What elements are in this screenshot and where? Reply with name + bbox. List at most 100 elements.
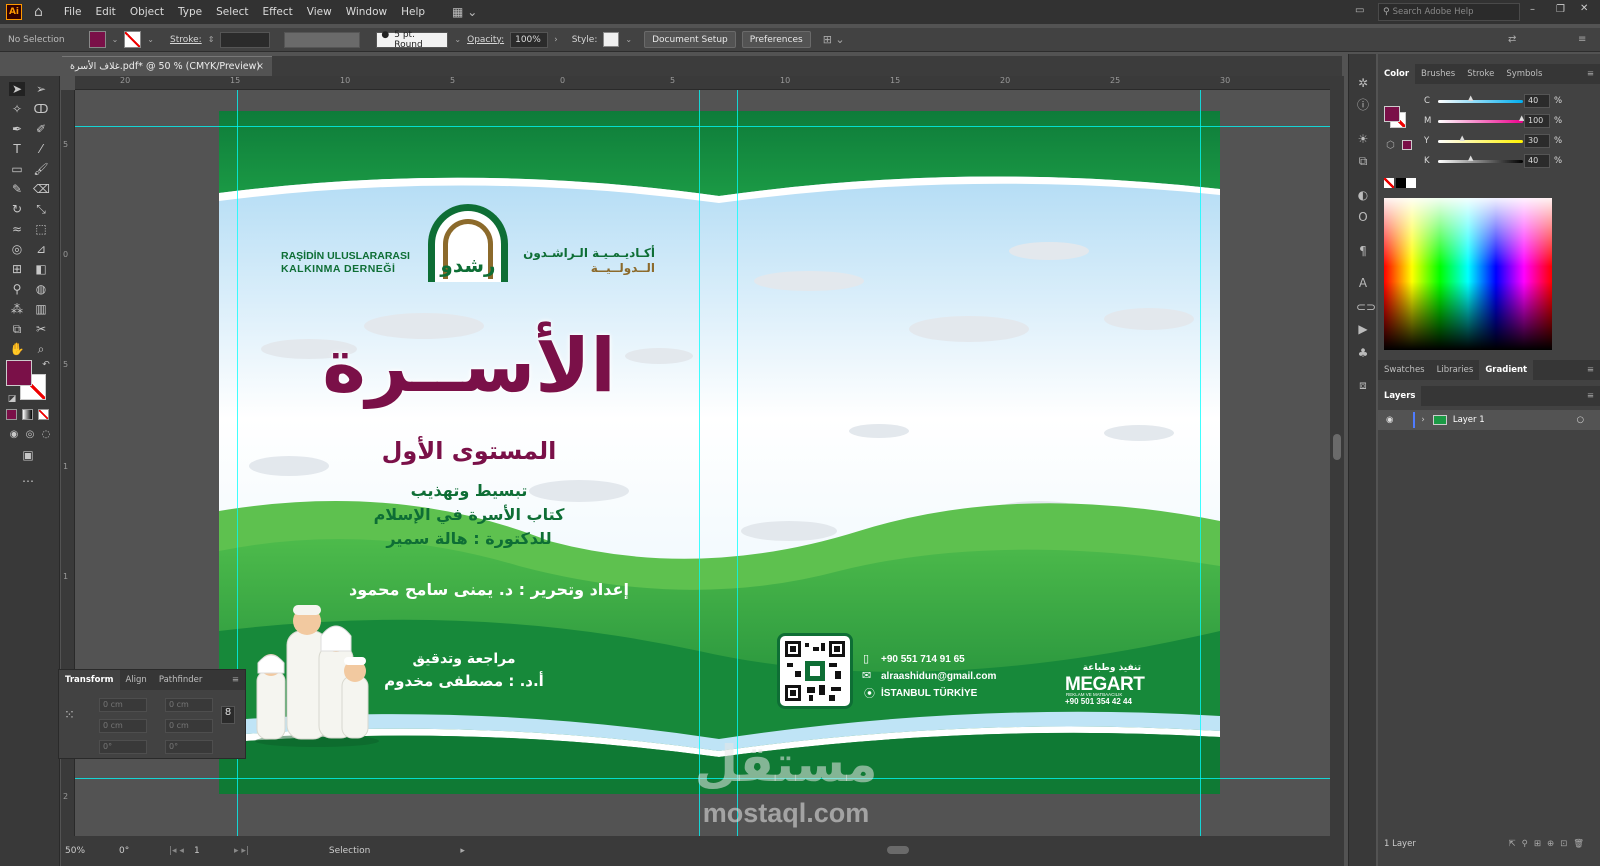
artboard-nav-next-icons[interactable]: ▸ ▸| xyxy=(234,846,249,856)
guide-vertical-2[interactable] xyxy=(699,90,700,836)
layer-target-icon[interactable]: ○ xyxy=(1577,415,1584,425)
info-icon[interactable]: ⓘ xyxy=(1356,98,1370,112)
reference-point-icon[interactable]: ⁙ xyxy=(64,708,75,723)
slider-c[interactable]: C ▲ 40% xyxy=(1378,92,1600,110)
slice-tool-icon[interactable]: ✂ xyxy=(33,322,49,336)
appearance-icon[interactable]: ☀ xyxy=(1356,132,1370,146)
slider-track[interactable] xyxy=(1438,139,1523,143)
tab-align[interactable]: Align xyxy=(120,675,153,685)
scale-tool-icon[interactable]: ⤡ xyxy=(33,202,49,216)
slider-value[interactable]: 100 xyxy=(1524,114,1550,128)
tab-brushes[interactable]: Brushes xyxy=(1415,69,1461,79)
artboard-number[interactable]: 1 xyxy=(194,846,224,856)
horizontal-scroll-thumb[interactable] xyxy=(887,846,909,854)
visibility-eye-icon[interactable]: ◉ xyxy=(1386,415,1393,425)
expand-layer-icon[interactable]: › xyxy=(1421,415,1424,425)
x-field[interactable]: 0 cm xyxy=(99,698,147,712)
arrange-docs-icon[interactable]: ▭ xyxy=(1355,5,1364,16)
column-graph-tool-icon[interactable]: ▥ xyxy=(33,302,49,316)
slider-value[interactable]: 30 xyxy=(1524,134,1550,148)
vertical-scrollbar[interactable] xyxy=(1330,76,1344,836)
transform-options-icon[interactable]: ⇄ xyxy=(1508,34,1516,45)
slider-track[interactable] xyxy=(1438,99,1523,103)
close-tab-icon[interactable]: × xyxy=(256,61,264,72)
artboard-nav-icons[interactable]: |◂ ◂ xyxy=(169,846,184,856)
slider-track[interactable] xyxy=(1438,159,1523,163)
black-swatch[interactable] xyxy=(1396,178,1406,188)
slider-thumb-icon[interactable]: ▲ xyxy=(1468,154,1473,162)
shear-field[interactable]: 0° xyxy=(165,740,213,754)
restore-icon[interactable]: ❐ xyxy=(1556,4,1565,15)
fill-dropdown-icon[interactable]: ⌄ xyxy=(112,35,119,44)
rotate-field[interactable]: 0° xyxy=(99,740,147,754)
rectangle-tool-icon[interactable]: ▭ xyxy=(9,162,25,176)
brush-dropdown-icon[interactable]: ⌄ xyxy=(454,35,461,44)
links-icon[interactable]: ⊂⊃ xyxy=(1356,300,1376,314)
swap-fill-stroke-icon[interactable]: ↶ xyxy=(38,358,54,372)
paintbrush-tool-icon[interactable]: 🖌 xyxy=(33,162,49,176)
none-swatch[interactable] xyxy=(1384,178,1394,188)
draw-mode-icon[interactable]: ◉ xyxy=(6,428,22,442)
color-panel-menu-icon[interactable]: ≡ xyxy=(1587,69,1600,79)
opacity-field[interactable]: 100% xyxy=(510,31,549,48)
color-panel-fill-swatch[interactable] xyxy=(1384,106,1400,122)
mesh-tool-icon[interactable]: ⊞ xyxy=(9,262,25,276)
curvature-tool-icon[interactable]: ✐ xyxy=(33,122,49,136)
graphic-styles-icon[interactable]: ⧉ xyxy=(1356,154,1370,168)
style-swatch[interactable] xyxy=(603,32,620,47)
vertical-scroll-thumb[interactable] xyxy=(1333,434,1341,460)
free-transform-tool-icon[interactable]: ⬚ xyxy=(33,222,49,236)
shape-builder-tool-icon[interactable]: ◎ xyxy=(9,242,25,256)
menu-view[interactable]: View xyxy=(300,6,339,18)
close-window-icon[interactable]: ✕ xyxy=(1580,3,1588,14)
y-field[interactable]: 0 cm xyxy=(99,719,147,733)
properties-icon[interactable]: ✲ xyxy=(1356,76,1370,90)
fill-swatch[interactable] xyxy=(88,31,106,48)
opacity-arrow-icon[interactable]: › xyxy=(554,35,558,45)
actions-icon[interactable]: ▶ xyxy=(1356,322,1370,336)
draw-inside-icon[interactable]: ◌ xyxy=(38,428,54,442)
pen-tool-icon[interactable]: ✒ xyxy=(9,122,25,136)
menu-type[interactable]: Type xyxy=(171,6,209,18)
line-tool-icon[interactable]: ⁄ xyxy=(33,142,49,156)
artboard-book-cover[interactable]: رشدو RAŞİDİN ULUSLARARASI KALKINMA DERNE… xyxy=(219,111,1220,794)
home-icon[interactable]: ⌂ xyxy=(34,4,43,20)
layer-row[interactable]: ◉ › Layer 1 ○ xyxy=(1378,410,1600,430)
guide-vertical-4[interactable] xyxy=(1200,90,1201,836)
panel-menu-icon[interactable]: ≡ xyxy=(1578,34,1586,45)
tab-color[interactable]: Color xyxy=(1378,64,1416,84)
layers-panel-menu-icon[interactable]: ≡ xyxy=(1587,391,1600,401)
slider-thumb-icon[interactable]: ▲ xyxy=(1460,134,1465,142)
stroke-weight-field[interactable] xyxy=(220,31,271,48)
menu-window[interactable]: Window xyxy=(339,6,394,18)
slider-track[interactable] xyxy=(1438,119,1523,123)
width-field[interactable]: 0 cm xyxy=(165,698,213,712)
paragraph-icon[interactable]: ¶ xyxy=(1356,244,1370,258)
minimize-icon[interactable]: – xyxy=(1530,4,1535,15)
tab-symbols[interactable]: Symbols xyxy=(1500,69,1548,79)
default-fill-stroke-icon[interactable]: ◪ xyxy=(4,392,20,406)
tab-layers[interactable]: Layers xyxy=(1378,386,1422,406)
constrain-proportions-icon[interactable]: 8 xyxy=(221,706,235,724)
shaper-tool-icon[interactable]: ✎ xyxy=(9,182,25,196)
variable-width-profile[interactable] xyxy=(284,31,361,48)
stroke-dropdown-icon[interactable]: ⌄ xyxy=(147,35,154,44)
height-field[interactable]: 0 cm xyxy=(165,719,213,733)
zoom-tool-icon[interactable]: ⌕ xyxy=(33,342,49,356)
hand-tool-icon[interactable]: ✋ xyxy=(9,342,25,356)
menu-select[interactable]: Select xyxy=(209,6,255,18)
menu-file[interactable]: File xyxy=(57,6,89,18)
search-help-field[interactable]: ⚲ Search Adobe Help xyxy=(1378,3,1520,21)
transparency-icon[interactable]: ◐ xyxy=(1356,188,1370,202)
eraser-tool-icon[interactable]: ⌫ xyxy=(33,182,50,196)
slider-thumb-icon[interactable]: ▲ xyxy=(1468,94,1473,102)
perspective-grid-tool-icon[interactable]: ⊿ xyxy=(33,242,49,256)
status-arrow-icon[interactable]: ▸ xyxy=(460,846,465,856)
none-mode-button[interactable] xyxy=(38,409,49,420)
screen-mode-icon[interactable]: ▣ xyxy=(20,448,36,462)
menu-help[interactable]: Help xyxy=(394,6,432,18)
character-icon[interactable]: A xyxy=(1356,276,1370,290)
style-dropdown-icon[interactable]: ⌄ xyxy=(625,35,632,44)
eyedropper-tool-icon[interactable]: ⚲ xyxy=(9,282,25,296)
rotate-view[interactable]: 0° xyxy=(119,846,159,856)
